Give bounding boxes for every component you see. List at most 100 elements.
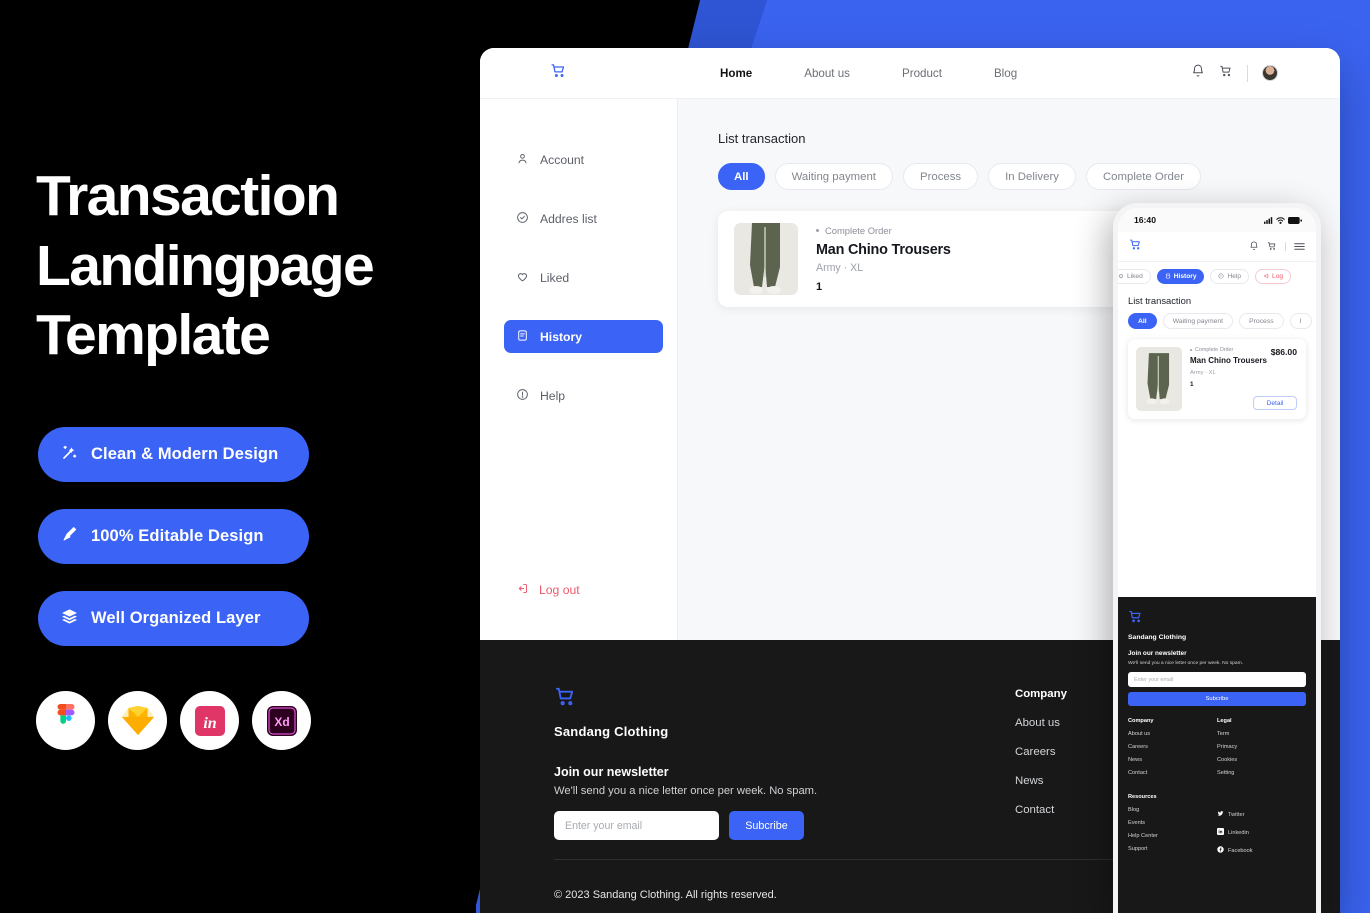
phone-filter-chip-process[interactable]: Process bbox=[1239, 313, 1284, 329]
shopping-cart-icon[interactable] bbox=[1129, 238, 1142, 256]
email-input[interactable] bbox=[1128, 672, 1306, 687]
battery-icon bbox=[1288, 211, 1302, 229]
phone-filter-chip-in-delivery[interactable]: I bbox=[1289, 313, 1312, 329]
transaction-filter-chips: All Waiting payment Process In Delivery … bbox=[718, 163, 1340, 190]
cart-icon[interactable] bbox=[1267, 238, 1277, 256]
phone-footer: Sandang Clothing Join our newsletter We'… bbox=[1118, 597, 1316, 913]
footer-link-news[interactable]: News bbox=[1128, 757, 1217, 763]
nav-link-home[interactable]: Home bbox=[720, 67, 752, 80]
logout-button[interactable]: Log out bbox=[516, 582, 580, 598]
phone-nav-chips: Liked History Help Log bbox=[1118, 262, 1316, 291]
phone-filter-chip-all[interactable]: All bbox=[1128, 313, 1157, 329]
logout-icon bbox=[1263, 273, 1269, 281]
page-heading: List transaction bbox=[718, 131, 806, 146]
social-label: Twitter bbox=[1228, 811, 1245, 818]
phone-chip-logout[interactable]: Log bbox=[1255, 269, 1292, 284]
phone-main: List transaction All Waiting payment Pro… bbox=[1118, 291, 1316, 419]
footer-link-blog[interactable]: Blog bbox=[1128, 807, 1217, 813]
desktop-navbar-actions bbox=[1191, 64, 1278, 83]
phone-filter-chips: All Waiting payment Process I bbox=[1128, 313, 1312, 329]
sidebar-item-liked[interactable]: Liked bbox=[504, 261, 663, 294]
footer-link-term[interactable]: Term bbox=[1217, 731, 1306, 737]
footer-link-support[interactable]: Support bbox=[1128, 846, 1217, 852]
nav-link-product[interactable]: Product bbox=[902, 67, 942, 80]
avatar[interactable] bbox=[1262, 65, 1278, 81]
filter-chip-waiting-payment[interactable]: Waiting payment bbox=[774, 163, 893, 190]
bell-icon[interactable] bbox=[1249, 238, 1259, 256]
footer-brand: Sandang Clothing bbox=[1128, 634, 1187, 641]
invision-icon: in bbox=[180, 691, 239, 750]
subscribe-button[interactable]: Subcribe bbox=[1128, 692, 1306, 706]
phone-footer-company-column: Company About us Careers News Contact bbox=[1128, 718, 1217, 776]
product-price: $86.00 bbox=[1270, 347, 1297, 357]
filter-chip-process[interactable]: Process bbox=[902, 163, 979, 190]
linkedin-icon bbox=[1217, 828, 1224, 837]
sidebar-item-label: Liked bbox=[540, 270, 570, 285]
status-dot-icon bbox=[816, 229, 819, 232]
shopping-cart-icon[interactable] bbox=[550, 62, 567, 84]
email-input[interactable] bbox=[554, 811, 719, 840]
transaction-details: Complete Order Man Chino Trousers Army ·… bbox=[816, 225, 951, 293]
adobe-xd-icon: Xd bbox=[252, 691, 311, 750]
footer-link-events[interactable]: Events bbox=[1128, 820, 1217, 826]
heart-icon bbox=[516, 270, 529, 286]
sidebar-item-label: History bbox=[540, 329, 582, 344]
filter-chip-complete-order[interactable]: Complete Order bbox=[1085, 163, 1201, 190]
shopping-cart-icon bbox=[554, 687, 577, 712]
product-thumbnail bbox=[734, 223, 798, 295]
footer-link-contact[interactable]: Contact bbox=[1128, 770, 1217, 776]
phone-filter-chip-waiting-payment[interactable]: Waiting payment bbox=[1162, 313, 1234, 329]
nav-link-blog[interactable]: Blog bbox=[994, 67, 1017, 80]
phone-transaction-card[interactable]: Complete Order Man Chino Trousers Army ·… bbox=[1128, 339, 1306, 419]
footer-column-heading: Resources bbox=[1128, 794, 1157, 800]
footer-link-help-center[interactable]: Help Center bbox=[1128, 833, 1217, 839]
social-link-twitter[interactable]: Twitter bbox=[1217, 810, 1306, 819]
facebook-icon bbox=[1217, 846, 1224, 855]
footer-link-careers[interactable]: Careers bbox=[1128, 744, 1217, 750]
product-name: Man Chino Trousers bbox=[1190, 356, 1267, 365]
phone-status-bar: 16:40 bbox=[1118, 208, 1316, 232]
wifi-icon bbox=[1276, 211, 1285, 229]
social-link-linkedin[interactable]: Linkedin bbox=[1217, 828, 1306, 837]
feature-badge-list: Clean & Modern Design 100% Editable Desi… bbox=[38, 427, 309, 646]
nav-link-about-us[interactable]: About us bbox=[804, 67, 850, 80]
footer-link-setting[interactable]: Setting bbox=[1217, 770, 1306, 776]
footer-link-about-us[interactable]: About us bbox=[1128, 731, 1217, 737]
product-quantity: 1 bbox=[816, 281, 823, 293]
sidebar-item-history[interactable]: History bbox=[504, 320, 663, 353]
footer-link-careers[interactable]: Careers bbox=[1015, 746, 1067, 758]
heart-icon bbox=[1118, 273, 1124, 281]
sidebar-item-addres-list[interactable]: Addres list bbox=[504, 202, 663, 235]
filter-chip-in-delivery[interactable]: In Delivery bbox=[988, 163, 1076, 190]
phone-chip-history[interactable]: History bbox=[1156, 269, 1205, 284]
cart-icon[interactable] bbox=[1219, 64, 1233, 83]
feature-badge-label: Well Organized Layer bbox=[91, 609, 261, 627]
bell-icon[interactable] bbox=[1191, 64, 1205, 83]
phone-chip-help[interactable]: Help bbox=[1210, 269, 1250, 284]
footer-link-news[interactable]: News bbox=[1015, 775, 1067, 787]
product-quantity: 1 bbox=[1190, 380, 1194, 388]
detail-button[interactable]: Detail bbox=[1253, 396, 1297, 410]
phone-page-heading: List transaction bbox=[1128, 295, 1192, 306]
footer-link-about-us[interactable]: About us bbox=[1015, 717, 1067, 729]
phone-chip-liked[interactable]: Liked bbox=[1118, 269, 1151, 284]
hamburger-menu-icon[interactable] bbox=[1294, 238, 1305, 256]
filter-chip-all[interactable]: All bbox=[718, 163, 765, 190]
desktop-sidebar: Account Addres list Liked History Help L… bbox=[480, 99, 678, 640]
social-label: Facebook bbox=[1228, 847, 1253, 854]
subscribe-button[interactable]: Subcribe bbox=[729, 811, 804, 840]
sidebar-item-account[interactable]: Account bbox=[504, 143, 663, 176]
phone-chip-label: Liked bbox=[1127, 273, 1143, 280]
sidebar-item-label: Account bbox=[540, 152, 585, 167]
footer-link-primacy[interactable]: Primacy bbox=[1217, 744, 1306, 750]
status-bar-icons bbox=[1264, 211, 1302, 229]
sidebar-item-help[interactable]: Help bbox=[504, 379, 663, 412]
app-icon-list: in Xd bbox=[36, 691, 311, 750]
social-link-facebook[interactable]: Facebook bbox=[1217, 846, 1306, 855]
info-circle-icon bbox=[516, 388, 529, 404]
footer-link-cookies[interactable]: Cookies bbox=[1217, 757, 1306, 763]
svg-text:Xd: Xd bbox=[274, 715, 289, 729]
feature-badge-clean-modern: Clean & Modern Design bbox=[38, 427, 309, 482]
phone-footer-columns: Company About us Careers News Contact Le… bbox=[1128, 718, 1306, 776]
footer-link-contact[interactable]: Contact bbox=[1015, 804, 1067, 816]
